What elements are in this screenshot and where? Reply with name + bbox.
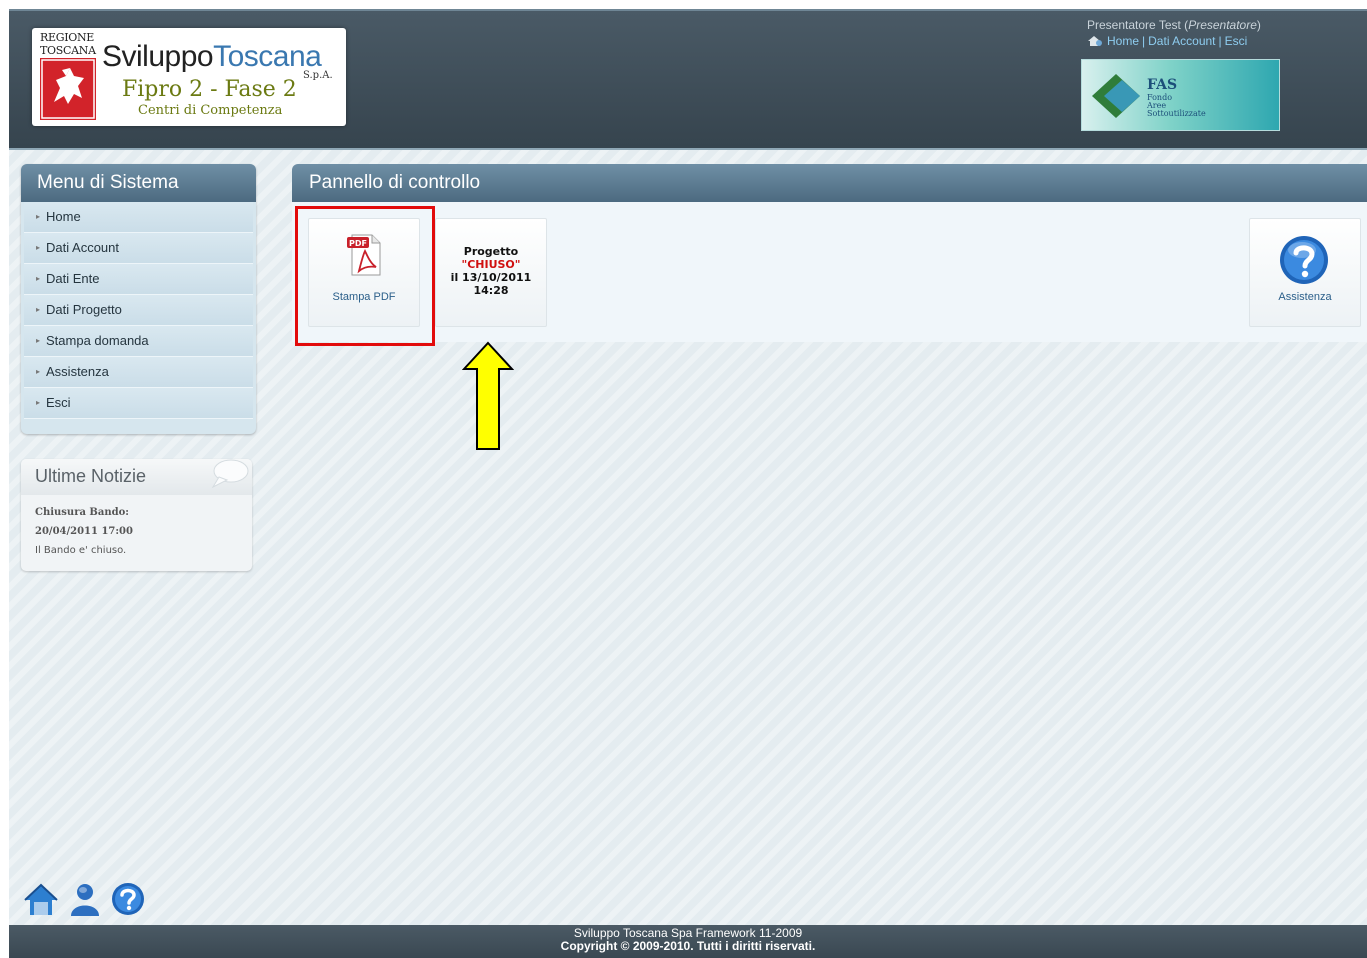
logo-spa: S.p.A. <box>303 70 333 81</box>
news-item-title: Chiusura Bando: <box>35 507 129 518</box>
header-link-esci[interactable]: Esci <box>1225 34 1248 48</box>
logo-regione-text: REGIONE TOSCANA <box>40 31 96 57</box>
arrow-up-icon <box>462 341 514 450</box>
project-status-tile: Progetto "CHIUSO" il 13/10/2011 14:28 <box>435 218 547 327</box>
news-item-text: Il Bando e' chiuso. <box>35 545 127 556</box>
fas-banner[interactable]: FAS Fondo Aree Sottoutilizzate <box>1081 59 1280 131</box>
menu-title: Menu di Sistema <box>21 164 256 202</box>
fas-logo-icon <box>1092 74 1140 118</box>
menu-item-dati-progetto[interactable]: ▸ Dati Progetto <box>24 295 253 326</box>
fas-desc-line: Sottoutilizzate <box>1147 109 1206 118</box>
control-panel-title: Pannello di controllo <box>292 164 1367 202</box>
news-header: Ultime Notizie <box>21 459 252 495</box>
logo-subtitle: Fipro 2 - Fase 2 <box>122 77 297 102</box>
footer: Sviluppo Toscana Spa Framework 11-2009 C… <box>9 925 1367 958</box>
assistenza-label: Assistenza <box>1278 291 1332 303</box>
user-role: Presentatore <box>1188 18 1257 32</box>
header-link-home[interactable]: Home <box>1107 34 1139 48</box>
bottom-toolbar <box>23 882 153 918</box>
chevron-right-icon: ▸ <box>36 212 41 221</box>
logo[interactable]: REGIONE TOSCANA SviluppoToscana S.p.A. F… <box>32 28 346 126</box>
menu-item-label: Esci <box>46 395 71 410</box>
menu-item-home[interactable]: ▸ Home <box>24 202 253 233</box>
system-menu: Menu di Sistema ▸ Home ▸ Dati Account ▸ Dat… <box>21 164 256 434</box>
project-status: Progetto "CHIUSO" il 13/10/2011 14:28 <box>436 245 546 297</box>
chevron-right-icon: ▸ <box>36 274 41 283</box>
status-closed: "CHIUSO" <box>461 258 521 271</box>
chevron-right-icon: ▸ <box>36 243 41 252</box>
logo-name: SviluppoToscana <box>102 40 322 74</box>
menu-item-stampa-domanda[interactable]: ▸ Stampa domanda <box>24 326 253 357</box>
header: REGIONE TOSCANA SviluppoToscana S.p.A. F… <box>9 9 1367 150</box>
chevron-right-icon: ▸ <box>36 305 41 314</box>
chevron-right-icon: ▸ <box>36 398 41 407</box>
menu-item-label: Stampa domanda <box>46 333 149 348</box>
home-icon[interactable] <box>23 882 59 918</box>
menu-item-label: Dati Account <box>46 240 120 255</box>
news-title: Ultime Notizie <box>35 466 147 486</box>
user-icon[interactable] <box>69 882 101 918</box>
news-panel: Ultime Notizie Chiusura Bando: 20/04/201… <box>21 459 252 571</box>
chevron-right-icon: ▸ <box>36 367 41 376</box>
chevron-right-icon: ▸ <box>36 336 41 345</box>
header-link-dati-account[interactable]: Dati Account <box>1148 34 1215 48</box>
menu-item-label: Dati Ente <box>46 271 100 286</box>
fas-title: FAS <box>1147 77 1178 93</box>
help-icon[interactable] <box>111 882 145 916</box>
assistenza-button[interactable]: Assistenza <box>1249 218 1361 327</box>
fas-description: Fondo Aree Sottoutilizzate <box>1147 94 1206 118</box>
menu-item-label: Home <box>46 209 81 224</box>
logo-name-part1: Sviluppo <box>102 40 214 73</box>
menu-item-label: Dati Progetto <box>46 302 122 317</box>
pegasus-crest-icon <box>40 58 96 120</box>
menu-item-dati-ente[interactable]: ▸ Dati Ente <box>24 264 253 295</box>
logo-subtitle-2: Centri di Competenza <box>138 103 283 118</box>
status-date: il 13/10/2011 <box>450 271 532 284</box>
user-info: Presentatore Test (Presentatore) <box>1087 18 1261 32</box>
status-time: 14:28 <box>473 284 509 297</box>
link-separator: | <box>1218 34 1222 48</box>
menu-item-dati-account[interactable]: ▸ Dati Account <box>24 233 253 264</box>
menu-list: ▸ Home ▸ Dati Account ▸ Dati Ente ▸ Dati Pro… <box>21 202 256 419</box>
menu-item-esci[interactable]: ▸ Esci <box>24 388 253 419</box>
speech-bubble-icon <box>211 459 249 489</box>
menu-item-label: Assistenza <box>46 364 109 379</box>
link-separator: | <box>1142 34 1146 48</box>
user-name: Presentatore Test <box>1087 18 1181 32</box>
logo-name-part2: Toscana <box>213 40 322 73</box>
control-panel: PDF Stampa PDF Progetto "CHIUSO" il 13/1… <box>292 202 1367 342</box>
footer-copyright: Copyright © 2009-2010. Tutti i diritti r… <box>560 939 816 953</box>
highlight-box <box>295 206 435 346</box>
menu-item-assistenza[interactable]: ▸ Assistenza <box>24 357 253 388</box>
status-line: Progetto <box>463 245 519 258</box>
user-links: Home | Dati Account | Esci <box>1087 34 1247 48</box>
news-item: Chiusura Bando: 20/04/2011 17:00 Il Band… <box>21 495 252 568</box>
news-item-date: 20/04/2011 17:00 <box>35 526 133 537</box>
page: REGIONE TOSCANA SviluppoToscana S.p.A. F… <box>9 9 1367 958</box>
help-icon <box>1280 236 1328 284</box>
home-icon <box>1088 36 1102 46</box>
